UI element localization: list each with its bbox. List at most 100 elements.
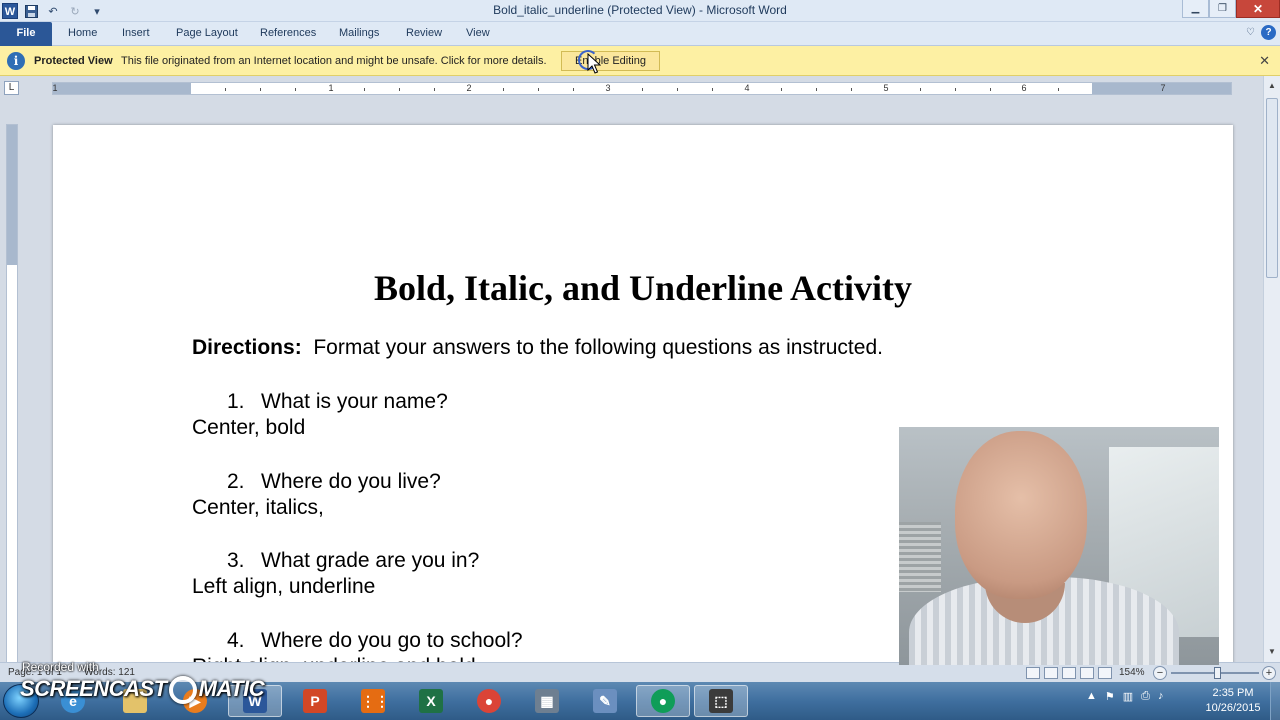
logo-o-icon — [168, 676, 197, 705]
ruler-number: 4 — [744, 83, 750, 93]
excel-icon: X — [419, 689, 443, 713]
tab-selector-icon[interactable]: L — [4, 81, 19, 95]
maximize-button[interactable]: ❐ — [1209, 0, 1236, 18]
question-instruction: Center, italics, — [192, 496, 324, 519]
document-title: Bold, Italic, and Underline Activity — [373, 268, 913, 308]
logo-right-text: MATIC — [198, 676, 265, 701]
question-item: 3. What grade are you in? — [227, 549, 479, 573]
ruler-tick — [781, 88, 782, 91]
flag-icon[interactable]: ⚑ — [1105, 690, 1115, 703]
minimize-button[interactable]: ▁ — [1182, 0, 1209, 18]
network-icon[interactable]: ▥ — [1123, 690, 1133, 703]
zoom-level[interactable]: 154% — [1119, 667, 1145, 678]
tray-arrow-icon[interactable]: ▲ — [1086, 690, 1097, 703]
taskbar-excel[interactable]: X — [404, 685, 458, 717]
ribbon-tabs: File Home Insert Page Layout References … — [0, 22, 1280, 46]
show-desktop-button[interactable] — [1270, 682, 1280, 720]
clock-time: 2:35 PM — [1212, 687, 1254, 699]
outline-view-icon[interactable] — [1080, 667, 1094, 679]
ruler-tick — [260, 88, 261, 91]
scrollbar-thumb[interactable] — [1266, 98, 1278, 278]
zoom-out-icon[interactable]: − — [1153, 666, 1167, 680]
close-message-bar-icon[interactable]: ✕ — [1259, 53, 1270, 69]
tab-references[interactable]: References — [260, 27, 316, 39]
presenter-face — [955, 431, 1087, 599]
tab-mailings[interactable]: Mailings — [339, 27, 379, 39]
ruler-tick — [364, 88, 365, 91]
protected-view-bar: i Protected View This file originated fr… — [0, 46, 1280, 76]
horizontal-ruler[interactable]: 1 1 2 3 4 5 6 7 — [52, 82, 1232, 95]
question-number: 3. — [227, 549, 245, 572]
ruler-tick — [677, 88, 678, 91]
ruler-tick — [990, 88, 991, 91]
taskbar-apps[interactable]: ⋮⋮ — [346, 685, 400, 717]
ruler-number: 7 — [1160, 83, 1166, 93]
ribbon-right-controls: ♡ ? — [1246, 25, 1276, 40]
scroll-down-icon[interactable]: ▼ — [1264, 644, 1280, 660]
help-icon[interactable]: ? — [1261, 25, 1276, 40]
ruler-tick — [503, 88, 504, 91]
directions-label: Directions: — [192, 336, 302, 359]
web-layout-view-icon[interactable] — [1062, 667, 1076, 679]
question-text: What is your name? — [261, 390, 448, 413]
system-clock[interactable]: 2:35 PM 10/26/2015 — [1200, 686, 1266, 716]
protected-view-message[interactable]: This file originated from an Internet lo… — [121, 55, 547, 67]
tab-review[interactable]: Review — [406, 27, 442, 39]
printer-icon[interactable]: ⎙ — [1141, 690, 1150, 703]
scroll-up-icon[interactable]: ▲ — [1264, 78, 1280, 94]
tab-page-layout[interactable]: Page Layout — [176, 27, 238, 39]
question-number: 1. — [227, 390, 245, 413]
volume-icon[interactable]: ♪ — [1158, 690, 1164, 703]
window-title: Bold_italic_underline (Protected View) -… — [493, 3, 787, 17]
maximize-icon: ❐ — [1218, 3, 1227, 14]
minimize-ribbon-icon[interactable]: ♡ — [1246, 27, 1255, 38]
vertical-scrollbar[interactable]: ▲ ▼ — [1263, 76, 1280, 662]
question-item: 2. Where do you live? — [227, 470, 441, 494]
mouse-pointer-icon — [587, 53, 601, 74]
question-text: Where do you go to school? — [261, 629, 523, 652]
enable-editing-button[interactable]: Enable Editing — [561, 51, 660, 71]
apps-grid-icon: ⋮⋮ — [361, 689, 389, 713]
ruler-tick — [816, 88, 817, 91]
snipping-tool-icon: ⬚ — [709, 689, 733, 713]
system-tray: ▲ ⚑ ▥ ⎙ ♪ — [1086, 690, 1163, 703]
question-instruction: Left align, underline — [192, 575, 376, 598]
ruler-tick — [920, 88, 921, 91]
close-button[interactable]: ✕ — [1236, 0, 1280, 18]
ruler-number: 3 — [605, 83, 611, 93]
window-controls: ▁ ❐ ✕ — [1182, 0, 1280, 18]
powerpoint-icon: P — [303, 689, 327, 713]
minimize-icon: ▁ — [1191, 3, 1200, 14]
taskbar-calculator[interactable]: ▦ — [520, 685, 574, 717]
zoom-in-icon[interactable]: + — [1262, 666, 1276, 680]
ruler-tick — [538, 88, 539, 91]
tab-view[interactable]: View — [466, 27, 490, 39]
ruler-tick — [573, 88, 574, 91]
draft-view-icon[interactable] — [1098, 667, 1112, 679]
ruler-tick — [399, 88, 400, 91]
tab-insert[interactable]: Insert — [122, 27, 150, 39]
info-icon: i — [7, 52, 25, 70]
taskbar-snipping-tool[interactable]: ⬚ — [694, 685, 748, 717]
taskbar-chrome[interactable]: ● — [462, 685, 516, 717]
question-text: What grade are you in? — [261, 549, 480, 572]
zoom-slider-handle[interactable] — [1214, 667, 1221, 679]
tab-file[interactable]: File — [0, 22, 52, 46]
tab-home[interactable]: Home — [68, 27, 97, 39]
paint-icon: ✎ — [593, 689, 617, 713]
clock-date: 10/26/2015 — [1205, 702, 1261, 714]
taskbar-powerpoint[interactable]: P — [288, 685, 342, 717]
ruler-area: L 1 1 2 3 4 5 6 7 — [0, 76, 1280, 100]
ruler-tick — [1058, 88, 1059, 91]
view-buttons — [1026, 667, 1112, 679]
directions-text: Format your answers to the following que… — [313, 336, 883, 359]
full-screen-view-icon[interactable] — [1044, 667, 1058, 679]
ruler-number: 1 — [52, 83, 58, 93]
taskbar-chrome-2[interactable]: ● — [636, 685, 690, 717]
question-number: 2. — [227, 470, 245, 493]
taskbar-paint[interactable]: ✎ — [578, 685, 632, 717]
vertical-ruler[interactable] — [6, 124, 18, 664]
print-layout-view-icon[interactable] — [1026, 667, 1040, 679]
question-number: 4. — [227, 629, 245, 652]
air-vent-background — [899, 522, 941, 592]
